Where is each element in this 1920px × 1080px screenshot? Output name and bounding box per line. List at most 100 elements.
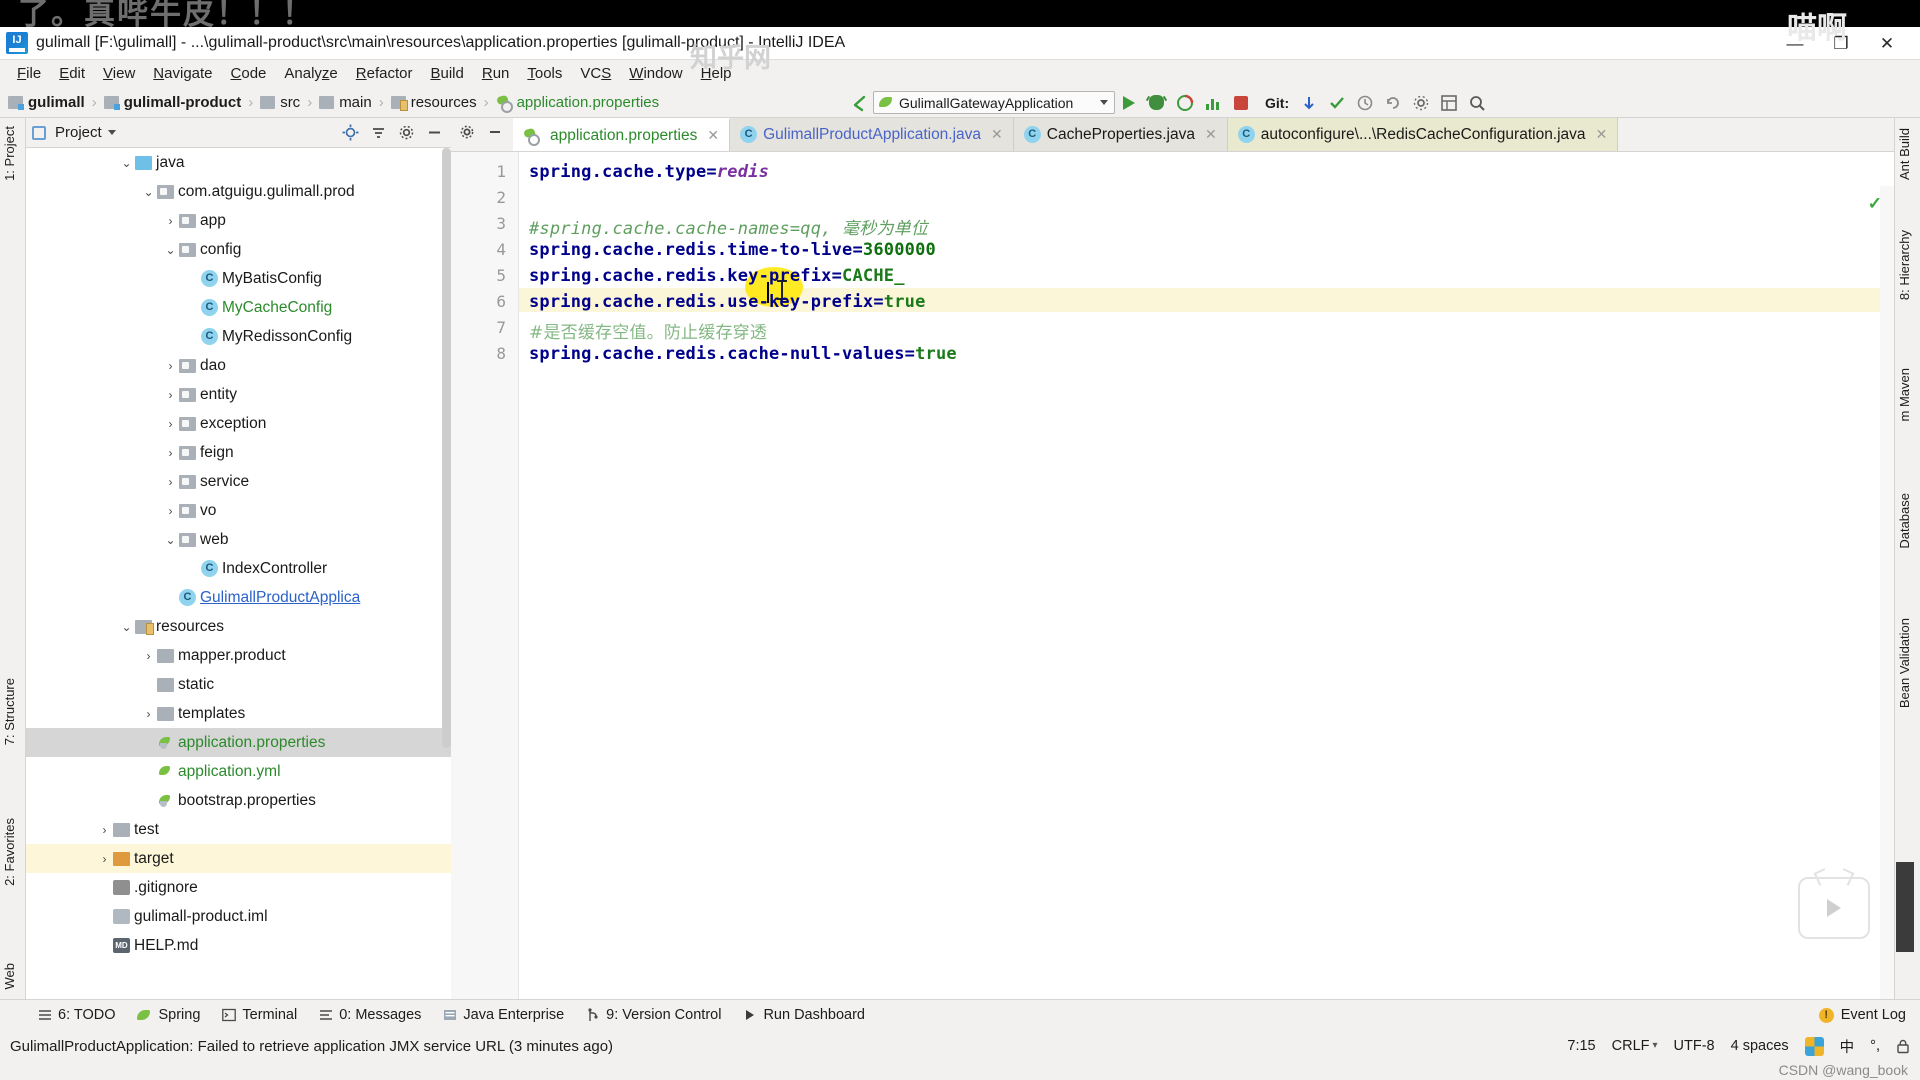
stop-icon[interactable] [1227, 89, 1254, 116]
tree-node-help-md[interactable]: MD HELP.md [26, 931, 451, 960]
breadcrumb-item-resources[interactable]: resources [390, 94, 477, 111]
chevron-right-icon[interactable]: › [162, 475, 179, 489]
tree-node-gulimall-product-iml[interactable]: gulimall-product.iml [26, 902, 451, 931]
tool-window-run-dashboard[interactable]: Run Dashboard [743, 1007, 865, 1023]
tree-node-service[interactable]: › service [26, 467, 451, 496]
settings-icon[interactable] [1407, 89, 1434, 116]
menu-navigate[interactable]: Navigate [144, 63, 221, 84]
inspection-status-icon[interactable]: ✓ [1868, 194, 1882, 214]
tree-node-web[interactable]: ⌄ web [26, 525, 451, 554]
project-tree[interactable]: ⌄ java ⌄ com.atguigu.gulimall.prod › app ⌄ conf… [26, 148, 451, 999]
collapse-all-icon[interactable] [367, 122, 389, 144]
project-select-icon[interactable] [32, 125, 46, 140]
lock-icon[interactable] [1896, 1039, 1910, 1054]
code-line-6[interactable]: spring.cache.redis.use-key-prefix=true [529, 292, 926, 312]
tool-window-todo[interactable]: 6: TODO [38, 1007, 115, 1023]
line-separator[interactable]: CRLF ▾ [1612, 1038, 1658, 1054]
tree-node-resources[interactable]: ⌄ resources [26, 612, 451, 641]
tree-node-feign[interactable]: › feign [26, 438, 451, 467]
hide-icon[interactable] [487, 124, 503, 145]
editor-tab-autoconfigure-rediscacheconfiguration-java[interactable]: Cautoconfigure\...\RedisCacheConfigurati… [1227, 118, 1619, 151]
chevron-right-icon[interactable]: › [162, 214, 179, 228]
hide-icon[interactable] [423, 122, 445, 144]
breadcrumb-item-application-properties[interactable]: application.properties [496, 94, 659, 113]
chevron-right-icon[interactable]: › [140, 707, 157, 721]
tree-node--gitignore[interactable]: .gitignore [26, 873, 451, 902]
menu-file[interactable]: File [8, 63, 50, 84]
chevron-right-icon[interactable]: › [96, 852, 113, 866]
tool-window-structure[interactable]: 7: Structure [2, 678, 17, 745]
tree-node-templates[interactable]: › templates [26, 699, 451, 728]
tree-node-mapper-product[interactable]: › mapper.product [26, 641, 451, 670]
menu-tools[interactable]: Tools [518, 63, 571, 84]
tool-window-messages[interactable]: 0: Messages [319, 1007, 421, 1023]
tree-node-static[interactable]: static [26, 670, 451, 699]
code-line-4[interactable]: spring.cache.redis.time-to-live=3600000 [529, 240, 936, 260]
menu-vcs[interactable]: VCS [571, 63, 620, 84]
profiler-icon[interactable] [1199, 89, 1226, 116]
tree-node-application-yml[interactable]: application.yml [26, 757, 451, 786]
menu-build[interactable]: Build [421, 63, 472, 84]
tree-node-vo[interactable]: › vo [26, 496, 451, 525]
indent-setting[interactable]: 4 spaces [1731, 1038, 1789, 1054]
chevron-right-icon[interactable]: › [140, 649, 157, 663]
tool-window-favorites[interactable]: 2: Favorites [2, 818, 17, 886]
tree-node-indexcontroller[interactable]: C IndexController [26, 554, 451, 583]
menu-refactor[interactable]: Refactor [347, 63, 422, 84]
editor-tab-gulimallproductapplication-java[interactable]: C GulimallProductApplication.java ✕ [730, 118, 1014, 151]
tool-window-bean-validation[interactable]: Bean Validation [1897, 618, 1912, 708]
ime-punctuation-icon[interactable]: °, [1870, 1038, 1880, 1054]
tree-node-java[interactable]: ⌄ java [26, 148, 451, 177]
ime-mode[interactable]: 中 [1840, 1036, 1855, 1057]
tool-window-java-enterprise[interactable]: Java Enterprise [443, 1007, 564, 1023]
debug-icon[interactable] [1143, 89, 1170, 116]
commit-icon[interactable] [1323, 89, 1350, 116]
tree-node-target[interactable]: › target [26, 844, 451, 873]
breadcrumb-item-src[interactable]: src [260, 94, 300, 111]
project-structure-icon[interactable] [1435, 89, 1462, 116]
caret-position[interactable]: 7:15 [1567, 1038, 1595, 1054]
close-button[interactable]: ✕ [1864, 27, 1910, 60]
tool-window-maven[interactable]: m Maven [1897, 368, 1912, 421]
tree-node-test[interactable]: › test [26, 815, 451, 844]
breadcrumb-item-gulimall[interactable]: gulimall [8, 94, 85, 111]
chevron-down-icon[interactable]: ⌄ [118, 620, 135, 634]
run-configuration-selector[interactable]: GulimallGatewayApplication [873, 91, 1115, 114]
tool-window-database[interactable]: Database [1897, 493, 1912, 549]
menu-run[interactable]: Run [473, 63, 519, 84]
code-line-3[interactable]: #spring.cache.cache-names=qq, 毫秒为单位 [529, 214, 928, 239]
code-content[interactable]: spring.cache.type=redis #spring.cache.cac… [519, 152, 1894, 999]
menu-code[interactable]: Code [222, 63, 276, 84]
chevron-right-icon[interactable]: › [162, 446, 179, 460]
chevron-right-icon[interactable]: › [162, 504, 179, 518]
tree-node-myredissonconfig[interactable]: C MyRedissonConfig [26, 322, 451, 351]
menu-window[interactable]: Window [620, 63, 691, 84]
tool-window-ant-build[interactable]: Ant Build [1897, 128, 1912, 180]
breadcrumb-item-gulimall-product[interactable]: gulimall-product [103, 94, 241, 111]
tool-window-hierarchy[interactable]: 8: Hierarchy [1897, 230, 1912, 300]
menu-view[interactable]: View [94, 63, 144, 84]
tree-node-app[interactable]: › app [26, 206, 451, 235]
chevron-down-icon[interactable]: ⌄ [162, 533, 179, 547]
editor-tab-application-properties[interactable]: application.properties ✕ [513, 118, 731, 151]
code-line-1[interactable]: spring.cache.type=redis [529, 162, 769, 182]
code-line-5[interactable]: spring.cache.redis.key-prefix=CACHE_ [529, 266, 905, 286]
tree-node-config[interactable]: ⌄ config [26, 235, 451, 264]
chevron-down-icon[interactable] [107, 130, 116, 135]
tool-window-spring[interactable]: Spring [137, 1007, 200, 1023]
code-editor[interactable]: 1 2 3 4 5 6 7 8 spring.cache.type=redis #spring.… [451, 152, 1894, 1033]
tree-node-dao[interactable]: › dao [26, 351, 451, 380]
run-coverage-icon[interactable] [1171, 89, 1198, 116]
close-icon[interactable]: ✕ [1596, 126, 1608, 143]
search-everywhere-icon[interactable] [1463, 89, 1490, 116]
run-icon[interactable] [1115, 89, 1142, 116]
revert-icon[interactable] [1379, 89, 1406, 116]
chevron-right-icon[interactable]: › [162, 359, 179, 373]
chevron-down-icon[interactable]: ⌄ [140, 185, 157, 199]
gear-icon[interactable] [459, 124, 475, 145]
tree-node-mycacheconfig[interactable]: C MyCacheConfig [26, 293, 451, 322]
tree-node-bootstrap-properties[interactable]: bootstrap.properties [26, 786, 451, 815]
file-encoding[interactable]: UTF-8 [1674, 1038, 1715, 1054]
editor-tab-cacheproperties-java[interactable]: C CacheProperties.java ✕ [1013, 118, 1228, 151]
close-icon[interactable]: ✕ [707, 127, 719, 144]
